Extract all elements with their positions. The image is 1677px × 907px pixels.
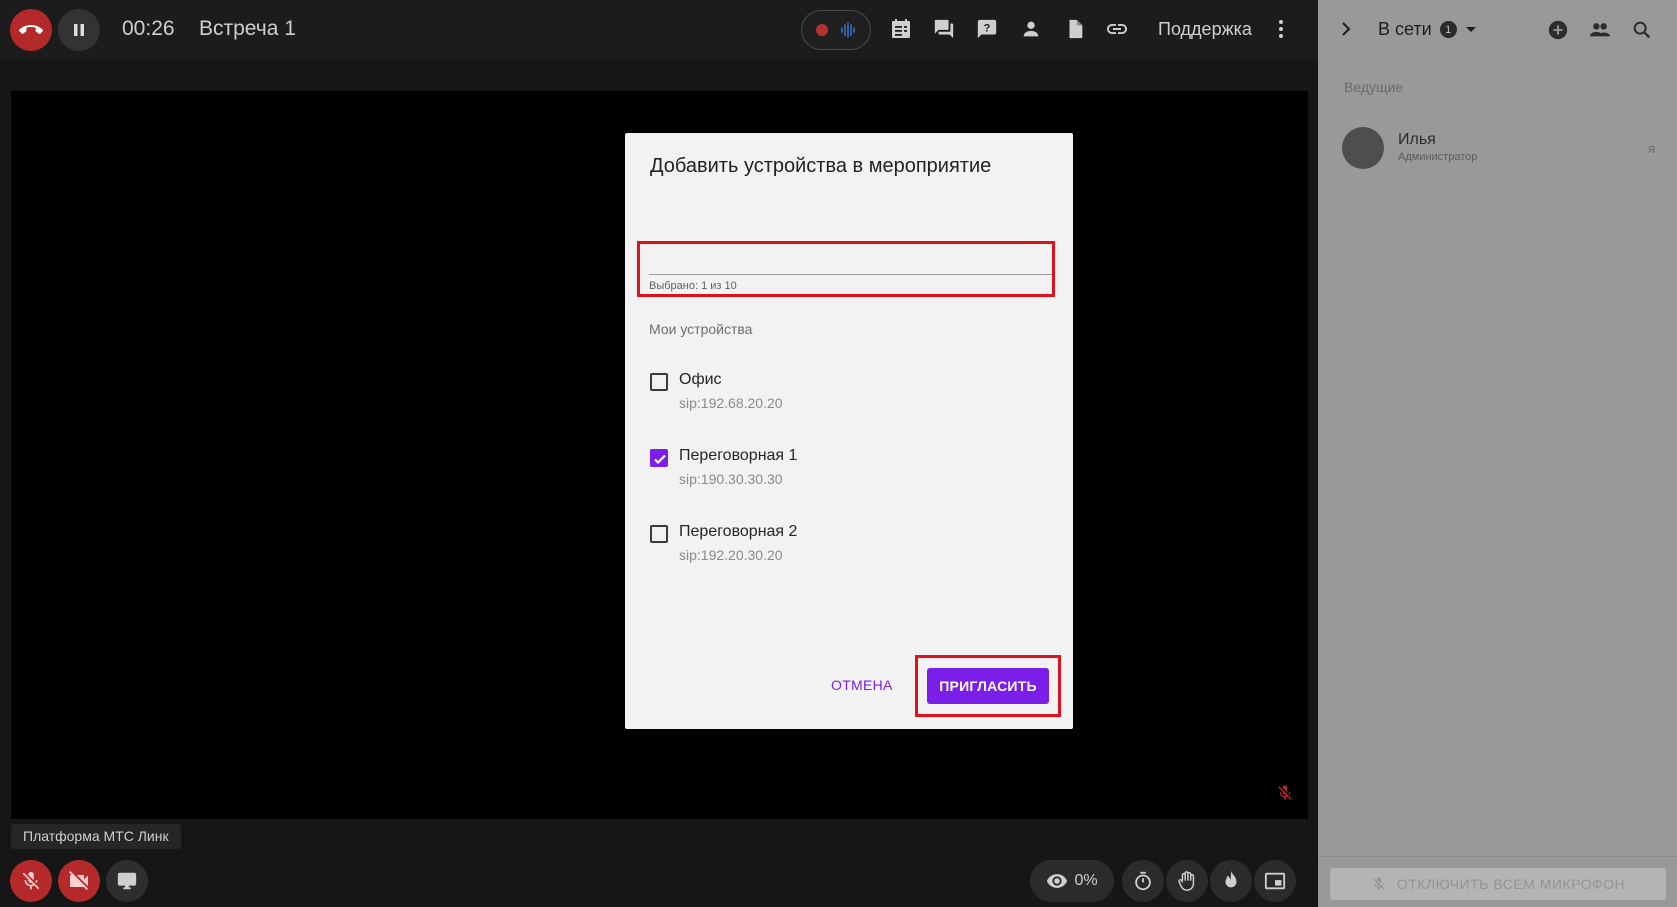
mic-off-indicator-icon xyxy=(1276,784,1294,807)
avatar xyxy=(1342,127,1384,169)
eye-icon xyxy=(1047,874,1068,888)
views-percent: 0% xyxy=(1074,872,1098,889)
add-participant-icon[interactable] xyxy=(1547,19,1569,46)
mute-all-label: ОТКЛЮЧИТЬ ВСЕМ МИКРОФОН xyxy=(1396,876,1626,892)
views-counter[interactable]: 0% xyxy=(1030,860,1114,902)
device-checkbox[interactable] xyxy=(650,373,668,391)
audio-wave-icon xyxy=(841,22,855,38)
flame-icon xyxy=(1225,870,1237,888)
device-sip: sip:192.20.30.20 xyxy=(679,547,783,563)
selected-count-helper: Выбрано: 1 из 10 xyxy=(649,280,737,292)
search-icon[interactable] xyxy=(1631,19,1653,46)
online-count-badge: 1 xyxy=(1439,21,1457,38)
hangup-button[interactable] xyxy=(10,9,52,51)
screen-share-button[interactable] xyxy=(106,860,148,902)
support-link[interactable]: Поддержка xyxy=(1158,19,1252,40)
mic-off-icon xyxy=(1372,877,1385,890)
device-item[interactable]: Переговорная 2 sip:192.20.30.20 xyxy=(649,519,1029,575)
meeting-title: Встреча 1 xyxy=(199,17,296,40)
device-item[interactable]: Переговорная 1 sip:190.30.30.30 xyxy=(649,443,1029,499)
camera-toggle-button[interactable] xyxy=(58,860,100,902)
picture-in-picture-icon xyxy=(1264,872,1286,890)
layout-button[interactable] xyxy=(1254,860,1296,902)
pause-icon xyxy=(74,24,84,36)
hosts-section-label: Ведущие xyxy=(1344,79,1404,95)
online-filter[interactable]: В сети 1 xyxy=(1378,19,1477,40)
pause-button[interactable] xyxy=(58,9,100,51)
top-bar: 00:26 Встреча 1 ? Поддержка xyxy=(0,0,1318,60)
sidebar-divider xyxy=(1318,856,1677,857)
check-icon xyxy=(654,454,666,465)
device-checkbox[interactable] xyxy=(650,449,668,467)
stopwatch-icon xyxy=(1135,871,1151,891)
device-name: Переговорная 2 xyxy=(679,523,798,540)
group-icon[interactable] xyxy=(1588,19,1612,46)
cancel-button[interactable]: ОТМЕНА xyxy=(831,677,893,693)
timer-button[interactable] xyxy=(1122,860,1164,902)
hand-icon xyxy=(1178,871,1195,891)
dropdown-arrow-icon xyxy=(1465,26,1476,32)
questions-icon[interactable]: ? xyxy=(974,16,1000,42)
mic-off-icon xyxy=(22,871,40,890)
platform-label: Платформа МТС Линк xyxy=(11,824,181,849)
person-icon[interactable] xyxy=(1018,16,1044,42)
reactions-button[interactable] xyxy=(1210,860,1252,902)
record-button[interactable] xyxy=(801,10,871,50)
device-name: Офис xyxy=(679,371,722,388)
participants-sidebar: В сети 1 Ведущие Илья Администратор я ОТ… xyxy=(1318,0,1677,907)
call-timer: 00:26 xyxy=(122,17,175,40)
device-name: Переговорная 1 xyxy=(679,447,798,464)
device-sip: sip:192.68.20.20 xyxy=(679,395,783,411)
agenda-icon[interactable] xyxy=(888,16,914,42)
online-label: В сети xyxy=(1378,19,1432,39)
chat-icon[interactable] xyxy=(931,16,957,42)
my-devices-label: Мои устройства xyxy=(649,321,753,337)
sidebar-header: В сети 1 xyxy=(1318,0,1677,60)
monitor-icon xyxy=(117,872,137,890)
participant-role: Администратор xyxy=(1398,151,1478,163)
device-item[interactable]: Офис sip:192.68.20.20 xyxy=(649,367,1029,423)
self-marker: я xyxy=(1647,141,1655,156)
link-icon[interactable] xyxy=(1104,16,1130,42)
dialog-title: Добавить устройства в мероприятие xyxy=(650,155,992,177)
phone-hangup-icon xyxy=(19,25,43,34)
raise-hand-button[interactable] xyxy=(1166,860,1208,902)
more-vert-icon[interactable] xyxy=(1268,16,1294,42)
document-icon[interactable] xyxy=(1062,16,1088,42)
participant-name: Илья xyxy=(1398,131,1436,148)
videocam-off-icon xyxy=(69,871,88,890)
record-dot-icon xyxy=(816,24,828,36)
collapse-chevron-icon[interactable] xyxy=(1340,20,1352,43)
add-devices-dialog: Добавить устройства в мероприятие Выбран… xyxy=(625,133,1073,729)
device-sip: sip:190.30.30.30 xyxy=(679,471,783,487)
microphone-toggle-button[interactable] xyxy=(10,860,52,902)
device-search-input[interactable] xyxy=(649,243,1052,271)
input-underline xyxy=(649,274,1052,275)
invite-button[interactable]: ПРИГЛАСИТЬ xyxy=(927,668,1049,704)
device-checkbox[interactable] xyxy=(650,525,668,543)
svg-text:?: ? xyxy=(984,22,991,34)
mute-all-button[interactable]: ОТКЛЮЧИТЬ ВСЕМ МИКРОФОН xyxy=(1330,868,1666,900)
